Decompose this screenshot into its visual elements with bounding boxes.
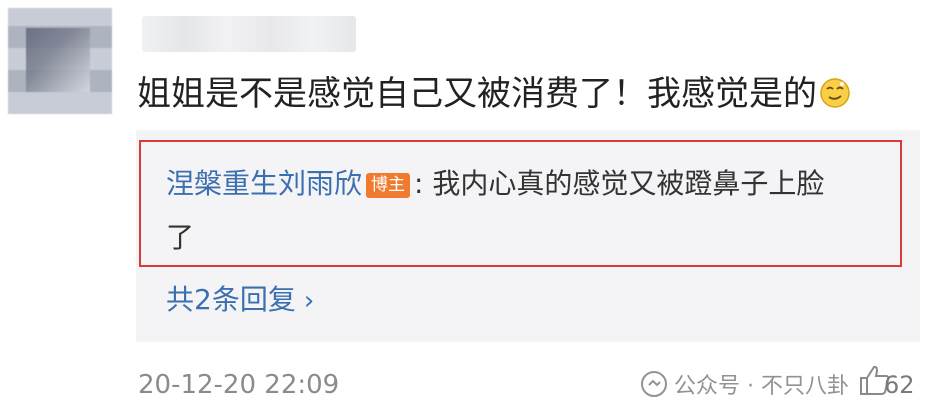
more-replies-label[interactable]: 共2条回复 xyxy=(166,283,296,316)
reply-author-link[interactable]: 涅槃重生刘雨欣 xyxy=(166,167,362,200)
reply-text-line2: 了 xyxy=(166,221,195,254)
comment-body: 姐姐是不是感觉自己又被消费了！我感觉是的 xyxy=(137,74,851,114)
avatar[interactable] xyxy=(8,8,112,114)
reply-item[interactable]: 涅槃重生刘雨欣 博主: 我内心真的感觉又被蹬鼻子上脸 xyxy=(166,166,824,202)
watermark-text: 公众号 · 不只八卦 xyxy=(674,374,849,399)
username[interactable] xyxy=(142,16,356,52)
wechat-logo-icon xyxy=(641,371,667,397)
reply-text-line1: 我内心真的感觉又被蹬鼻子上脸 xyxy=(432,167,825,200)
smirk-face-emoji-icon xyxy=(820,78,850,108)
timestamp: 20-12-20 22:09 xyxy=(138,370,340,400)
watermark: 公众号 · 不只八卦 xyxy=(640,367,849,401)
reply-separator: : xyxy=(414,167,424,200)
like-count: 62 xyxy=(884,371,915,399)
comment-text: 姐姐是不是感觉自己又被消费了！我感觉是的 xyxy=(137,74,817,114)
host-badge: 博主 xyxy=(366,173,411,198)
view-more-replies-link[interactable]: 共2条回复 › xyxy=(166,282,314,319)
highlight-box xyxy=(139,140,902,267)
chevron-right-icon[interactable]: › xyxy=(304,283,314,319)
